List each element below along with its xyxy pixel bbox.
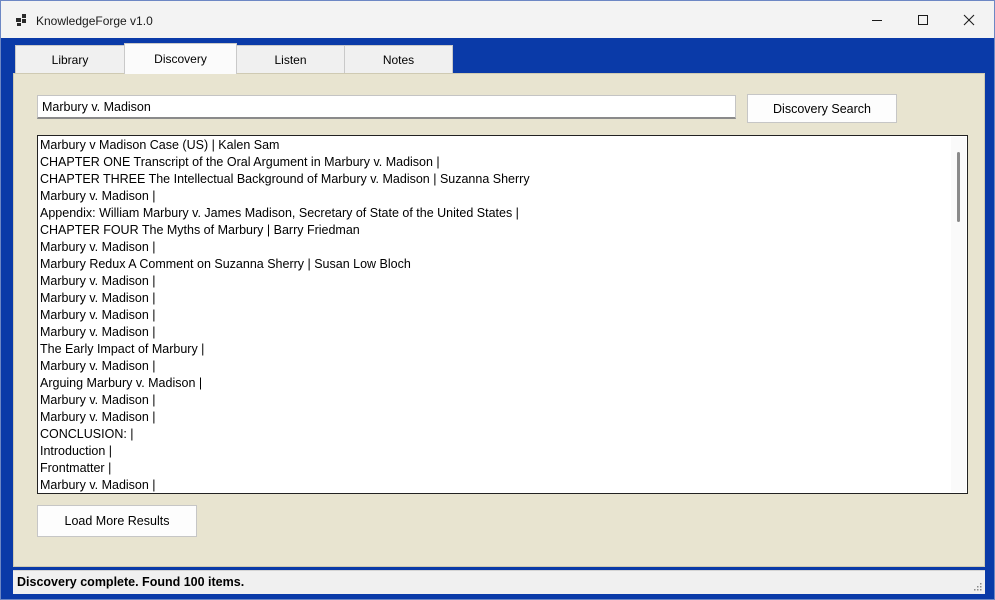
discovery-panel: Discovery Search Marbury v Madison Case … xyxy=(13,73,985,567)
list-item[interactable]: Marbury Redux A Comment on Suzanna Sherr… xyxy=(40,256,950,273)
tab-strip: Library Discovery Listen Notes xyxy=(13,43,973,74)
minimize-icon xyxy=(872,19,882,21)
list-item[interactable]: CHAPTER THREE The Intellectual Backgroun… xyxy=(40,171,950,188)
tab-listen[interactable]: Listen xyxy=(236,45,345,74)
scrollbar-thumb[interactable] xyxy=(957,152,960,222)
tab-library[interactable]: Library xyxy=(15,45,125,74)
status-text: Discovery complete. Found 100 items. xyxy=(17,575,245,589)
list-item[interactable]: Marbury v. Madison | xyxy=(40,273,950,290)
list-item[interactable]: CONCLUSION: | xyxy=(40,426,950,443)
window-title: KnowledgeForge v1.0 xyxy=(36,14,153,28)
app-window: KnowledgeForge v1.0 Library Discovery Li… xyxy=(0,0,995,600)
list-item[interactable]: Marbury v. Madison | xyxy=(40,392,950,409)
list-item[interactable]: Marbury v. Madison | xyxy=(40,188,950,205)
list-item[interactable]: Marbury v Madison Case (US) | Kalen Sam xyxy=(40,137,950,154)
close-icon xyxy=(963,14,975,25)
minimize-button[interactable] xyxy=(854,1,900,38)
load-more-button[interactable]: Load More Results xyxy=(37,505,197,537)
list-item[interactable]: Marbury v. Madison | xyxy=(40,239,950,256)
list-item[interactable]: Marbury v. Madison | xyxy=(40,477,950,493)
list-item[interactable]: CHAPTER ONE Transcript of the Oral Argum… xyxy=(40,154,950,171)
tab-notes[interactable]: Notes xyxy=(344,45,453,74)
status-bar: Discovery complete. Found 100 items. xyxy=(13,570,985,594)
vertical-scrollbar[interactable] xyxy=(951,137,966,492)
list-item[interactable]: Marbury v. Madison | xyxy=(40,358,950,375)
search-input[interactable] xyxy=(37,95,736,119)
list-item[interactable]: Marbury v. Madison | xyxy=(40,307,950,324)
tab-discovery[interactable]: Discovery xyxy=(124,43,237,74)
list-item[interactable]: Marbury v. Madison | xyxy=(40,290,950,307)
maximize-icon xyxy=(918,14,928,25)
list-item[interactable]: CHAPTER FOUR The Myths of Marbury | Barr… xyxy=(40,222,950,239)
resize-grip-icon[interactable] xyxy=(972,581,982,591)
list-item[interactable]: Marbury v. Madison | xyxy=(40,324,950,341)
close-button[interactable] xyxy=(946,1,992,38)
list-item[interactable]: Frontmatter | xyxy=(40,460,950,477)
title-bar[interactable]: KnowledgeForge v1.0 xyxy=(1,1,994,38)
results-list: Marbury v Madison Case (US) | Kalen Sam … xyxy=(40,137,950,493)
discovery-search-button[interactable]: Discovery Search xyxy=(747,94,897,123)
list-item[interactable]: Appendix: William Marbury v. James Madis… xyxy=(40,205,950,222)
list-item[interactable]: Arguing Marbury v. Madison | xyxy=(40,375,950,392)
results-listbox[interactable]: Marbury v Madison Case (US) | Kalen Sam … xyxy=(37,135,968,494)
app-windows-icon xyxy=(16,14,26,26)
maximize-button[interactable] xyxy=(900,1,946,38)
list-item[interactable]: Marbury v. Madison | xyxy=(40,409,950,426)
list-item[interactable]: Introduction | xyxy=(40,443,950,460)
list-item[interactable]: The Early Impact of Marbury | xyxy=(40,341,950,358)
